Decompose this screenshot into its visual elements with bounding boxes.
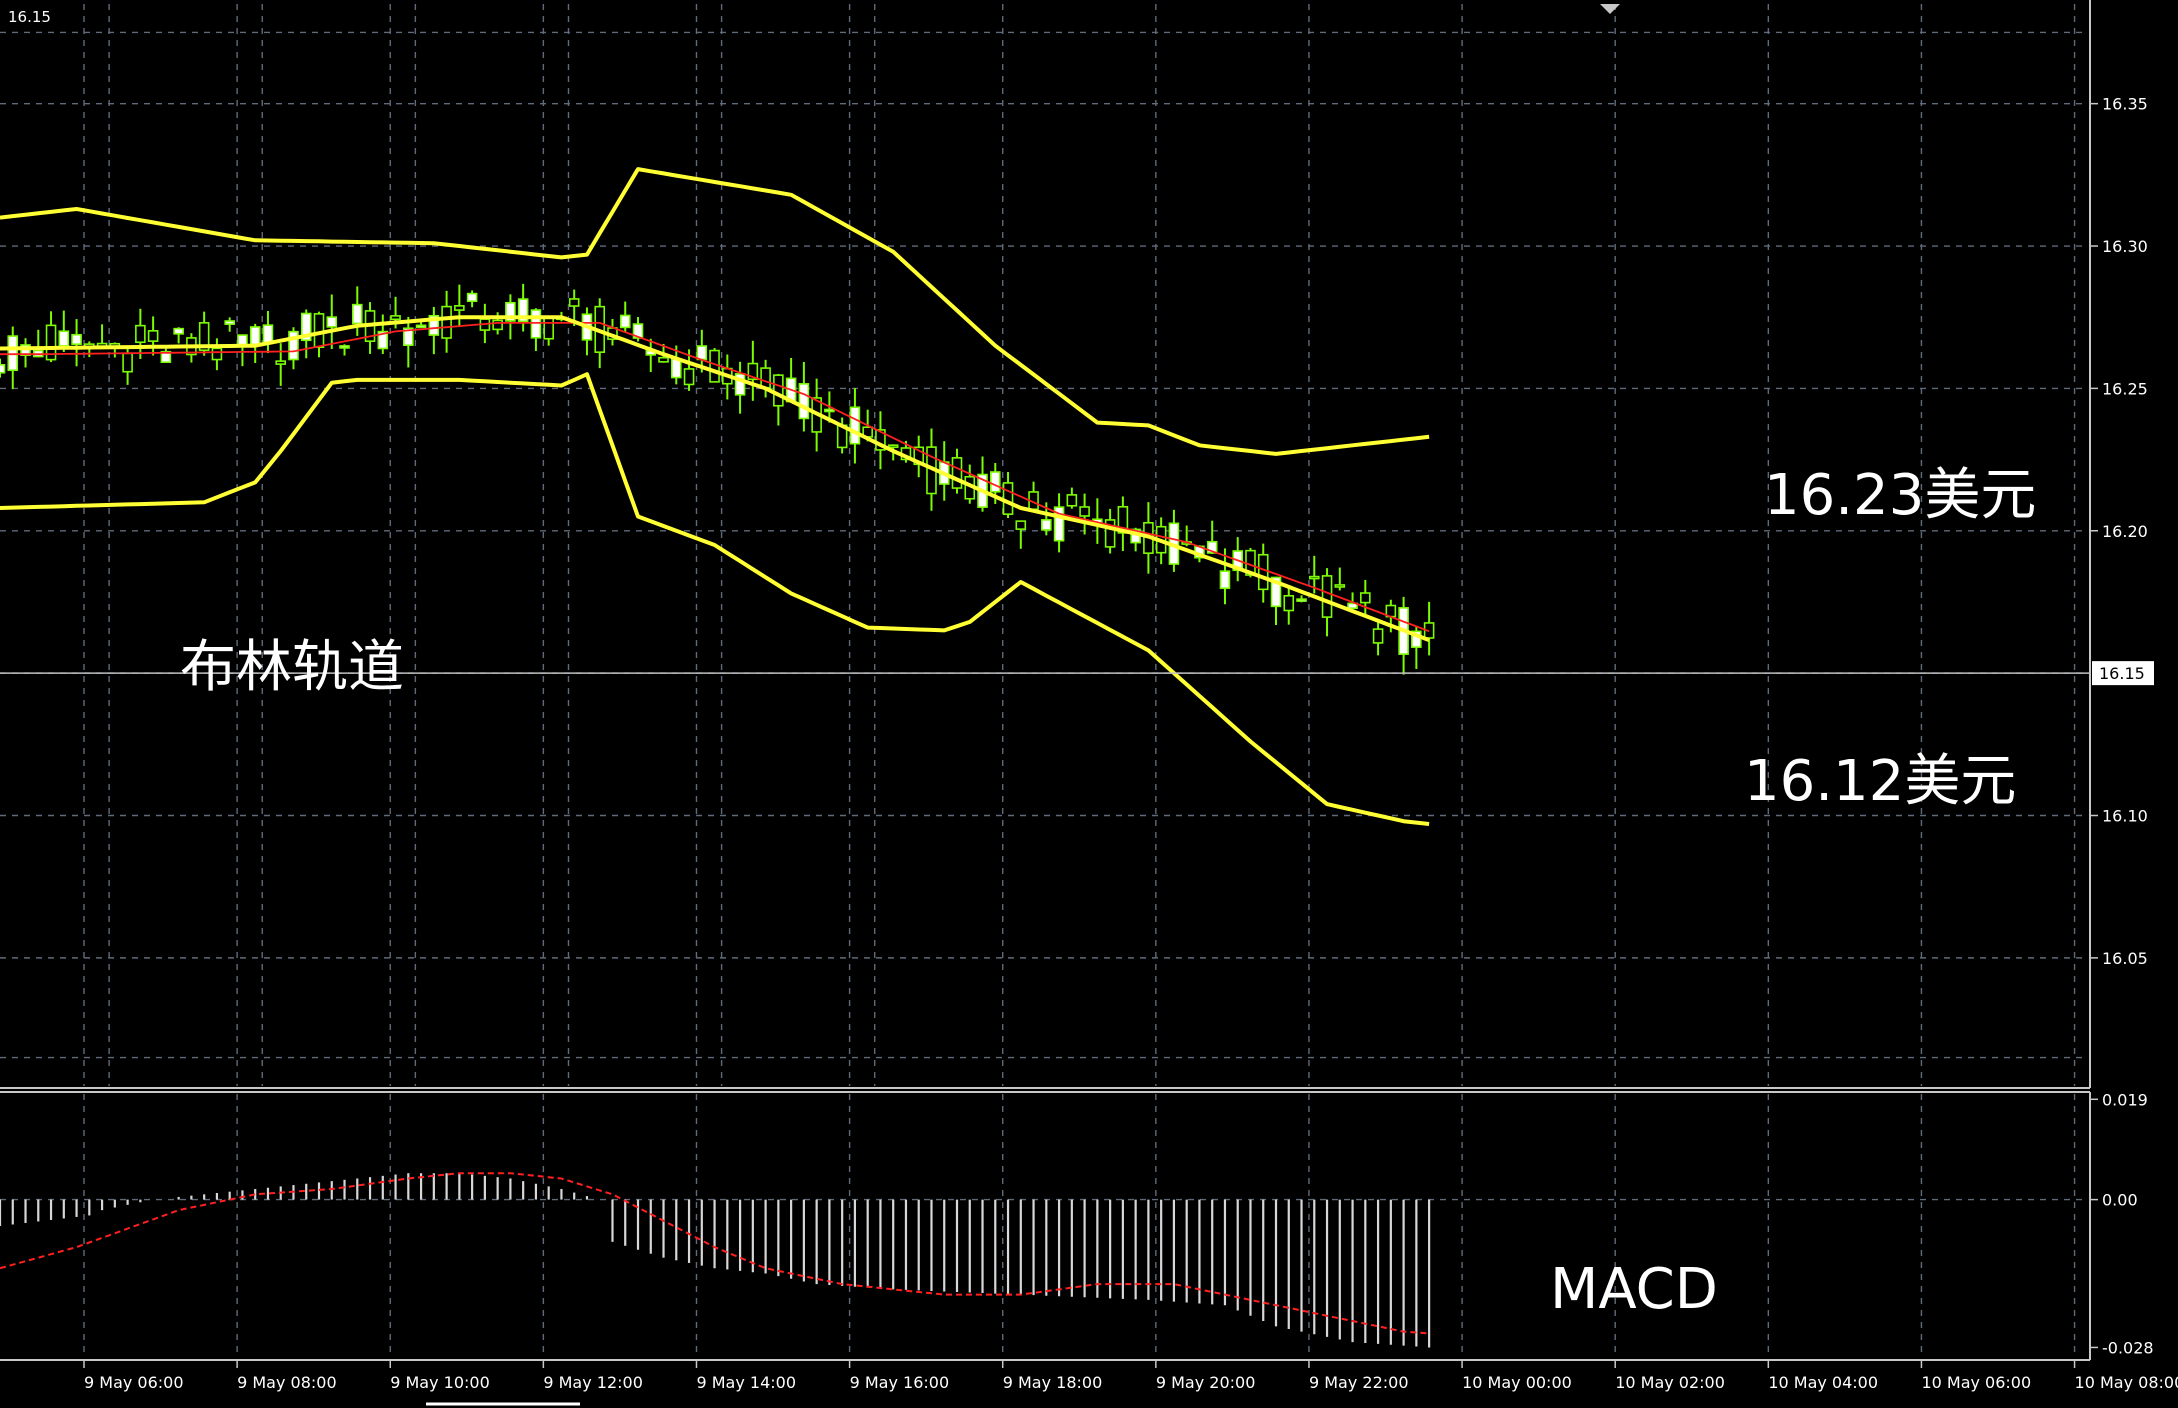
lower-band-price-annotation: 16.12美元: [1744, 749, 2016, 814]
candle-body: [1360, 592, 1371, 604]
candle-body: [1219, 570, 1231, 590]
candle-body: [696, 345, 708, 361]
time-tick-label: 10 May 06:00: [1921, 1373, 2031, 1392]
candle-body: [887, 444, 899, 448]
candle-body: [224, 320, 235, 325]
candle-body: [543, 316, 554, 340]
candle-body: [658, 356, 669, 363]
symbol-price-label: 16.15: [8, 8, 51, 26]
candle-body: [989, 471, 1001, 493]
candle-body: [1041, 519, 1052, 531]
forex-chart: 16.15 16.35 16.30 16.25 16.20 16.10 16.05 0.0…: [0, 0, 2178, 1408]
candle-body: [1066, 494, 1078, 507]
macd-tick-label: -0.028: [2102, 1338, 2154, 1357]
macd-tick-label: 0.00: [2102, 1191, 2138, 1210]
candle-body: [441, 305, 452, 339]
candle-body: [568, 298, 580, 307]
candle-body: [0, 363, 6, 374]
candle-body: [326, 316, 338, 328]
time-tick-label: 9 May 20:00: [1156, 1373, 1256, 1392]
candle-body: [339, 345, 350, 349]
candle-body: [709, 349, 720, 383]
candle-body: [211, 347, 223, 361]
current-price-label: 16.15: [2099, 664, 2145, 683]
time-tick-label: 9 May 14:00: [696, 1373, 796, 1392]
candle-body: [530, 309, 542, 339]
time-tick-label: 9 May 06:00: [84, 1373, 184, 1392]
candle-body: [275, 360, 287, 365]
candle-body: [71, 333, 82, 345]
candle-body: [351, 303, 363, 325]
candle-body: [466, 292, 478, 303]
candle-body: [58, 330, 70, 347]
time-tick-label: 9 May 10:00: [390, 1373, 490, 1392]
chart-background: [0, 0, 2178, 1408]
time-tick-label: 9 May 18:00: [1003, 1373, 1103, 1392]
candle-body: [760, 367, 771, 389]
price-tick-label: 16.05: [2102, 949, 2148, 968]
candle-body: [670, 358, 682, 379]
time-tick-label: 9 May 22:00: [1309, 1373, 1409, 1392]
candle-body: [1257, 553, 1269, 591]
candle-body: [1079, 506, 1090, 517]
candle-body: [313, 313, 325, 348]
candle-body: [849, 406, 861, 445]
price-tick-label: 16.10: [2102, 807, 2148, 826]
time-tick-label: 10 May 08:00: [2075, 1373, 2178, 1392]
price-tick-label: 16.30: [2102, 237, 2148, 256]
macd-label: MACD: [1550, 1257, 1718, 1322]
candle-body: [1283, 594, 1295, 612]
candle-body: [619, 314, 631, 329]
candle-body: [1321, 575, 1333, 618]
candle-body: [415, 324, 427, 329]
time-tick-label: 10 May 00:00: [1462, 1373, 1572, 1392]
candle-body: [1308, 575, 1320, 580]
time-tick-label: 9 May 16:00: [850, 1373, 950, 1392]
time-tick-label: 9 May 12:00: [543, 1373, 643, 1392]
candle-body: [147, 330, 159, 342]
candle-body: [1015, 520, 1027, 530]
bollinger-annotation: 布林轨道: [180, 635, 404, 700]
candle-body: [798, 383, 810, 420]
candle-body: [683, 368, 695, 386]
candle-body: [454, 305, 465, 311]
candle-body: [951, 457, 963, 489]
time-tick-label: 10 May 04:00: [1768, 1373, 1878, 1392]
candle-body: [249, 326, 261, 346]
candle-body: [390, 315, 401, 321]
candle-body: [1334, 584, 1346, 588]
candle-body: [135, 324, 146, 344]
upper-band-price-annotation: 16.23美元: [1764, 463, 2036, 528]
candle-body: [1372, 628, 1384, 644]
time-tick-label: 10 May 02:00: [1615, 1373, 1725, 1392]
price-tick-label: 16.35: [2102, 95, 2148, 114]
candle-body: [173, 327, 184, 335]
macd-tick-label: 0.019: [2102, 1090, 2148, 1109]
candle-body: [1296, 598, 1307, 602]
candle-body: [492, 319, 503, 331]
candle-body: [824, 408, 835, 413]
price-tick-label: 16.20: [2102, 522, 2148, 541]
candle-body: [7, 335, 19, 372]
candle-body: [1002, 482, 1014, 515]
time-tick-label: 9 May 08:00: [237, 1373, 337, 1392]
candle-body: [773, 374, 784, 407]
candle-body: [122, 352, 133, 373]
price-tick-label: 16.25: [2102, 379, 2148, 398]
